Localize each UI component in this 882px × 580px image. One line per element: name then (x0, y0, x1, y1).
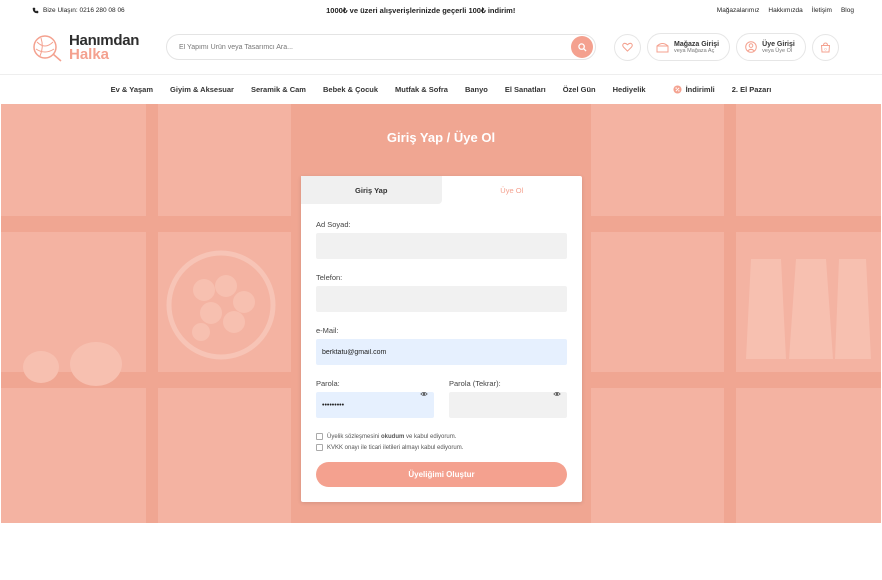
category-nav: Ev & Yaşam Giyim & Aksesuar Seramik & Ca… (0, 75, 882, 104)
shopping-bag-icon: 0 (820, 41, 830, 52)
bg-tile (158, 388, 291, 523)
nav-kitchen[interactable]: Mutfak & Sofra (387, 85, 457, 94)
user-icon (745, 41, 757, 53)
name-label: Ad Soyad: (316, 220, 351, 229)
bg-tile (591, 104, 724, 216)
tab-login[interactable]: Giriş Yap (301, 176, 442, 204)
cart-button[interactable]: 0 (811, 33, 839, 61)
favorites-button[interactable] (614, 33, 641, 61)
membership-checkbox[interactable] (316, 433, 323, 440)
bg-tile (591, 232, 724, 372)
header-actions: Mağaza Girişi veya Mağaza Aç Üye Girişi … (614, 33, 839, 61)
nav-baby-kids[interactable]: Bebek & Çocuk (314, 85, 386, 94)
discount-badge-icon (673, 85, 682, 94)
member-login-button[interactable]: Üye Girişi veya Üye Ol (736, 33, 806, 61)
phone-label: Telefon: (316, 273, 343, 282)
search-icon (577, 42, 587, 52)
nav-home-living[interactable]: Ev & Yaşam (102, 85, 161, 94)
bg-tile (1, 388, 146, 523)
link-contact[interactable]: İletişim (812, 7, 832, 14)
create-account-button[interactable]: Üyeliğimi Oluştur (316, 462, 567, 487)
store-icon (656, 43, 669, 53)
link-about[interactable]: Hakkımızda (768, 7, 802, 14)
member-login-title: Üye Girişi (762, 40, 795, 48)
agree-post: ve kabul ediyorum. (404, 433, 457, 440)
nav-second-hand[interactable]: 2. El Pazarı (723, 85, 780, 94)
register-form: Ad Soyad: Telefon: e-Mail: Parola: Parol… (301, 204, 582, 487)
kvkk-text: KVKK onayı ile ticari iletileri almayı k… (327, 444, 464, 451)
password-confirm-label: Parola (Tekrar): (449, 379, 501, 388)
nav-discounted[interactable]: İndirimli (664, 85, 723, 94)
nav-bath[interactable]: Banyo (456, 85, 496, 94)
nav-gifts[interactable]: Hediyelik (604, 85, 654, 94)
link-stores[interactable]: Mağazalarımız (717, 7, 760, 14)
heart-icon (622, 42, 633, 52)
member-login-subtitle: veya Üye Ol (762, 47, 793, 54)
password-label: Parola: (316, 379, 340, 388)
bg-tile (736, 388, 881, 523)
nav-ceramics[interactable]: Seramik & Cam (242, 85, 314, 94)
phone-icon (32, 7, 39, 13)
agreements: Üyelik sözleşmesini okudum ve kabul ediy… (316, 433, 567, 451)
top-bar: Bize Ulaşın: 0216 280 08 06 1000₺ ve üze… (0, 0, 882, 20)
nav-clothing[interactable]: Giyim & Aksesuar (162, 85, 243, 94)
kvkk-agreement: KVKK onayı ile ticari iletileri almayı k… (316, 444, 567, 451)
logo-text-2: Halka (69, 45, 110, 63)
name-field[interactable] (316, 233, 567, 259)
bg-tile (158, 104, 291, 216)
nav-handicrafts[interactable]: El Sanatları (496, 85, 554, 94)
link-blog[interactable]: Blog (841, 7, 854, 14)
password-field[interactable] (316, 392, 434, 418)
page-title: Giriş Yap / Üye Ol (386, 130, 496, 145)
email-field[interactable] (316, 339, 567, 365)
search-bar (166, 34, 596, 60)
yarn-basket-illustration (166, 250, 276, 360)
eye-icon[interactable] (420, 390, 428, 398)
logo[interactable]: Hanımdan Halka (30, 30, 166, 64)
email-label: e-Mail: (316, 326, 339, 335)
auth-tabs: Giriş Yap Üye Ol (301, 176, 582, 204)
header: Hanımdan Halka Mağaza Girişi veya Mağaza… (0, 20, 882, 75)
yarn-logo-icon (33, 35, 62, 62)
phone-field[interactable] (316, 286, 567, 312)
search-button[interactable] (571, 36, 593, 58)
agree-link[interactable]: okudum (381, 434, 404, 440)
store-login-title: Mağaza Girişi (674, 40, 720, 48)
membership-agreement: Üyelik sözleşmesini okudum ve kabul ediy… (316, 433, 567, 440)
yarn-balls-illustration (23, 342, 122, 386)
nav-special-day[interactable]: Özel Gün (554, 85, 604, 94)
store-login-button[interactable]: Mağaza Girişi veya Mağaza Aç (647, 33, 731, 61)
agree-pre: Üyelik sözleşmesini (327, 433, 382, 440)
bg-tile (736, 104, 881, 216)
contact-phone[interactable]: Bize Ulaşın: 0216 280 08 06 (32, 7, 125, 14)
search-input[interactable] (179, 43, 539, 51)
promo-text: 1000₺ ve üzeri alışverişlerinizde geçerl… (326, 5, 516, 15)
bg-tile (1, 104, 146, 216)
password-confirm-field[interactable] (449, 392, 567, 418)
tab-register[interactable]: Üye Ol (442, 176, 583, 204)
kvkk-checkbox[interactable] (316, 444, 323, 451)
auth-card: Giriş Yap Üye Ol Ad Soyad: Telefon: e-Ma… (301, 176, 582, 502)
phone-text: Bize Ulaşın: 0216 280 08 06 (43, 6, 125, 14)
cart-count: 0 (824, 46, 827, 51)
nav-discounted-label: İndirimli (685, 85, 715, 94)
store-login-subtitle: veya Mağaza Aç (674, 47, 715, 54)
bg-tile (591, 388, 724, 523)
eye-icon[interactable] (553, 390, 561, 398)
hanging-clothes-illustration (746, 259, 871, 359)
top-links: Mağazalarımız Hakkımızda İletişim Blog (717, 7, 854, 14)
membership-agreement-text: Üyelik sözleşmesini okudum ve kabul ediy… (327, 434, 456, 440)
